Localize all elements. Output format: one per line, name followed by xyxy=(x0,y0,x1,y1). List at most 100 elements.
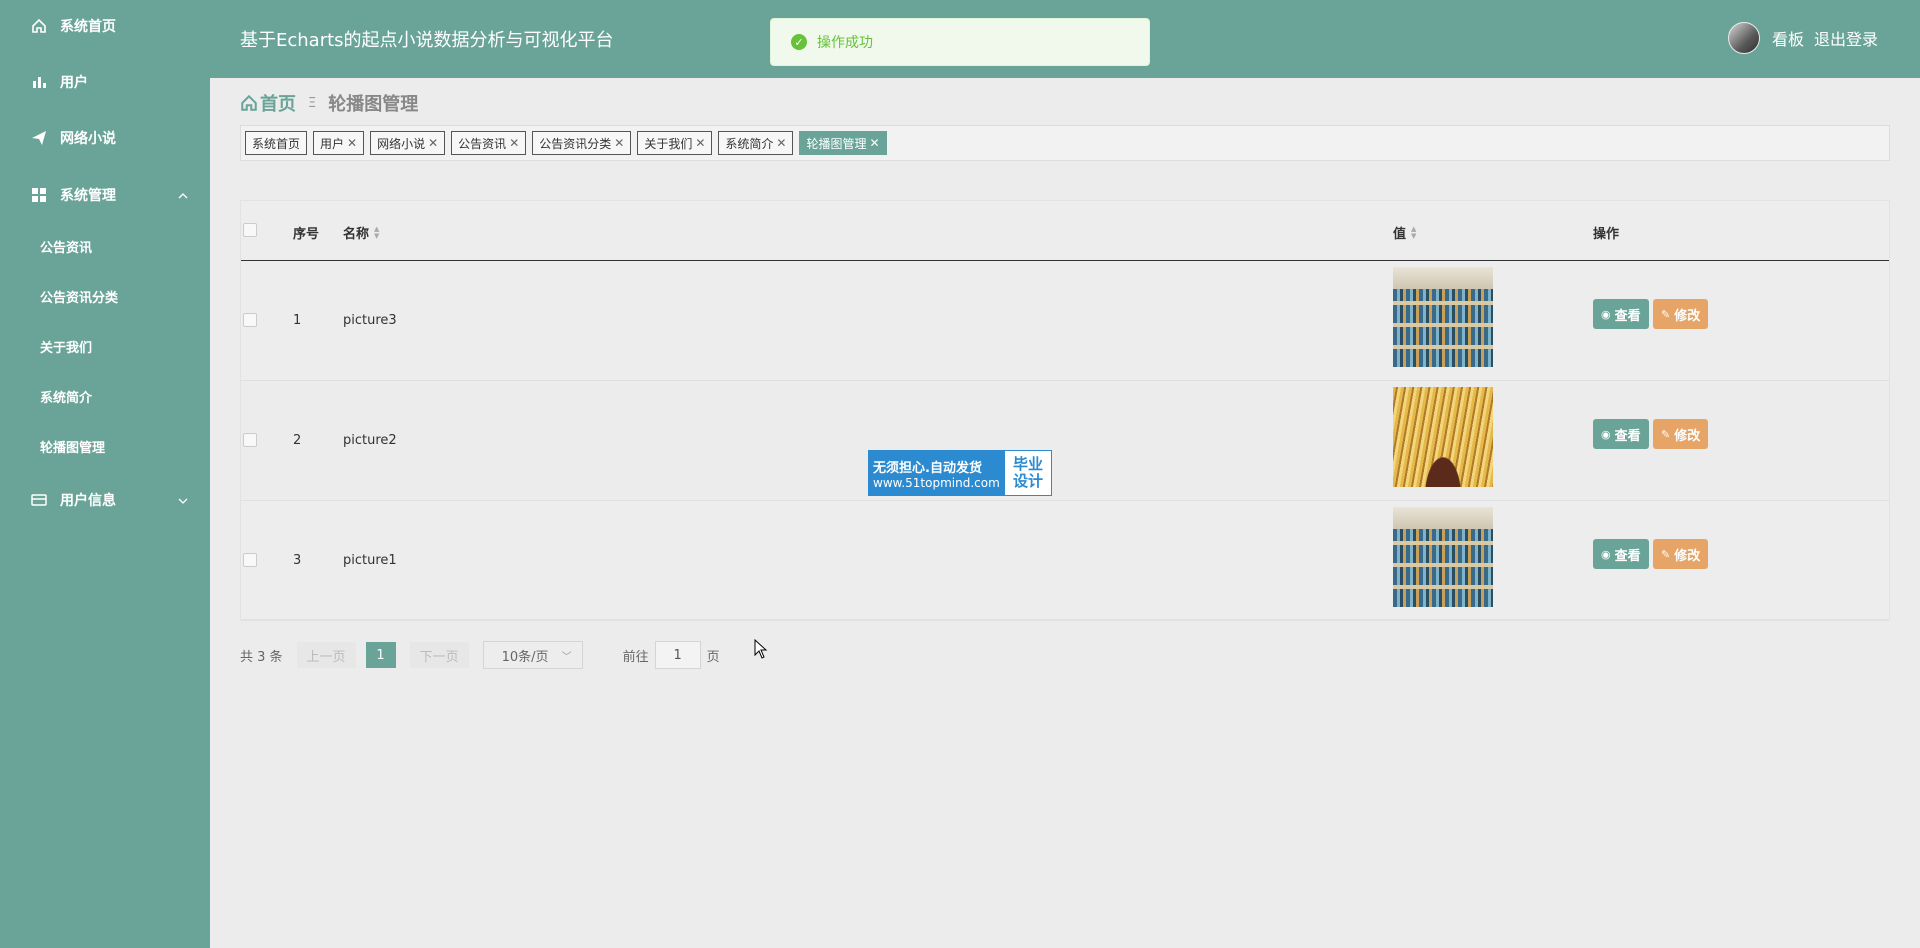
chevron-down-icon xyxy=(178,494,188,510)
table-header: 序号 名称 ▲ ▼ 值 ▲ ▼ 操作 xyxy=(241,201,1889,261)
row-index: 1 xyxy=(293,313,302,328)
bar-chart-icon xyxy=(30,73,48,91)
breadcrumb-home[interactable]: 首页 xyxy=(240,90,296,116)
watermark-line1: 无须担心.自动发货 xyxy=(873,460,982,476)
sidebar: 系统首页 用户 网络小说 系统管理 公告资讯 公告资讯分类 关于我们 系统简介 … xyxy=(0,0,210,948)
row-index: 2 xyxy=(293,433,302,448)
sort-icon[interactable]: ▲ ▼ xyxy=(1411,225,1416,240)
sidebar-item-label: 用户信息 xyxy=(60,493,116,509)
eye-icon: ◉ xyxy=(1601,427,1611,441)
sidebar-item-label: 用户 xyxy=(60,75,88,91)
tag-about-us[interactable]: 关于我们 ✕ xyxy=(637,131,713,155)
pagination: 共 3 条 上一页 1 下一页 10条/页 ﹀ 前往 页 xyxy=(240,641,720,669)
paper-plane-icon xyxy=(30,129,48,147)
row-checkbox[interactable] xyxy=(243,313,257,327)
page-size-select[interactable]: 10条/页 ﹀ xyxy=(482,641,583,669)
edit-button[interactable]: ✎ 修改 xyxy=(1653,419,1709,449)
eye-icon: ◉ xyxy=(1601,307,1611,321)
watermark-badge: 无须担心.自动发货 www.51topmind.com 毕业 设计 xyxy=(868,450,1052,496)
watermark-line2: www.51topmind.com xyxy=(873,475,1000,490)
sidebar-sub-announcements[interactable]: 公告资讯 xyxy=(0,228,210,264)
table-row: 2 picture2 ◉ 查看 ✎ 修改 xyxy=(241,381,1889,501)
view-button[interactable]: ◉ 查看 xyxy=(1593,299,1649,329)
grid-icon xyxy=(30,186,48,204)
tag-system-intro[interactable]: 系统简介 ✕ xyxy=(718,131,794,155)
row-name: picture2 xyxy=(343,433,397,448)
row-name: picture3 xyxy=(343,313,397,328)
home-icon xyxy=(240,94,258,112)
close-icon[interactable]: ✕ xyxy=(870,136,880,150)
check-circle-icon: ✓ xyxy=(791,34,807,50)
column-index: 序号 xyxy=(293,227,320,242)
sidebar-item-user-info[interactable]: 用户信息 xyxy=(0,480,210,520)
tags-view: 系统首页 用户 ✕ 网络小说 ✕ 公告资讯 ✕ 公告资讯分类 ✕ 关于我们 ✕ 系统简介 ✕… xyxy=(240,125,1890,161)
sidebar-item-label: 系统首页 xyxy=(60,19,116,35)
sidebar-sub-announcement-categories[interactable]: 公告资讯分类 xyxy=(0,278,210,314)
breadcrumb-separator: Ξ xyxy=(308,95,317,111)
row-image xyxy=(1393,507,1493,607)
tag-announcement-categories[interactable]: 公告资讯分类 ✕ xyxy=(532,131,632,155)
close-icon[interactable]: ✕ xyxy=(776,136,786,150)
watermark-side1: 毕业 xyxy=(1012,455,1043,473)
breadcrumb-current: 轮播图管理 xyxy=(328,94,419,115)
view-button[interactable]: ◉ 查看 xyxy=(1593,539,1649,569)
prev-page-button[interactable]: 上一页 xyxy=(296,642,356,668)
sidebar-item-users[interactable]: 用户 xyxy=(0,62,210,102)
data-table: 序号 名称 ▲ ▼ 值 ▲ ▼ 操作 1 picture3 ◉ 查看 ✎ 修改 2 pict… xyxy=(240,200,1890,621)
close-icon[interactable]: ✕ xyxy=(509,136,519,150)
sidebar-sub-carousel[interactable]: 轮播图管理 xyxy=(0,428,210,464)
close-icon[interactable]: ✕ xyxy=(347,136,357,150)
goto-page: 前往 页 xyxy=(623,641,720,669)
avatar[interactable] xyxy=(1727,22,1760,54)
table-row: 1 picture3 ◉ 查看 ✎ 修改 xyxy=(241,261,1889,381)
edit-button[interactable]: ✎ 修改 xyxy=(1653,299,1709,329)
row-image xyxy=(1393,387,1493,487)
toast-message: 操作成功 xyxy=(817,35,873,51)
header-user-area: 看板 退出登录 xyxy=(1727,22,1878,54)
close-icon[interactable]: ✕ xyxy=(614,136,624,150)
sidebar-item-home[interactable]: 系统首页 xyxy=(0,6,210,46)
sidebar-sub-system-intro[interactable]: 系统简介 xyxy=(0,378,210,414)
row-image xyxy=(1393,267,1493,367)
tag-novels[interactable]: 网络小说 ✕ xyxy=(370,131,446,155)
close-icon[interactable]: ✕ xyxy=(428,136,438,150)
breadcrumb: 首页 Ξ 轮播图管理 xyxy=(240,90,418,116)
tag-carousel[interactable]: 轮播图管理 ✕ xyxy=(799,131,887,155)
edit-button[interactable]: ✎ 修改 xyxy=(1653,539,1709,569)
chevron-up-icon xyxy=(178,189,188,205)
table-row: 3 picture1 ◉ 查看 ✎ 修改 xyxy=(241,501,1889,621)
sidebar-item-novels[interactable]: 网络小说 xyxy=(0,118,210,158)
view-button[interactable]: ◉ 查看 xyxy=(1593,419,1649,449)
row-checkbox[interactable] xyxy=(243,553,257,567)
close-icon[interactable]: ✕ xyxy=(695,136,705,150)
logout-link[interactable]: 退出登录 xyxy=(1814,26,1878,50)
row-name: picture1 xyxy=(343,553,397,568)
tag-home[interactable]: 系统首页 xyxy=(245,131,308,155)
sidebar-sub-about-us[interactable]: 关于我们 xyxy=(0,328,210,364)
card-icon xyxy=(30,491,48,509)
goto-page-input[interactable] xyxy=(654,641,701,669)
total-count: 共 3 条 xyxy=(240,649,283,665)
sidebar-item-label: 网络小说 xyxy=(60,131,116,147)
select-all-checkbox[interactable] xyxy=(243,223,257,237)
column-value[interactable]: 值 ▲ ▼ xyxy=(1393,223,1416,242)
sidebar-item-system[interactable]: 系统管理 xyxy=(0,175,210,215)
edit-icon: ✎ xyxy=(1661,547,1671,561)
tag-announcements[interactable]: 公告资讯 ✕ xyxy=(451,131,527,155)
tag-users[interactable]: 用户 ✕ xyxy=(313,131,365,155)
sort-icon[interactable]: ▲ ▼ xyxy=(374,225,379,240)
watermark-side2: 设计 xyxy=(1012,472,1043,490)
page-number-1[interactable]: 1 xyxy=(365,642,396,668)
board-link[interactable]: 看板 xyxy=(1772,26,1804,50)
edit-icon: ✎ xyxy=(1661,307,1671,321)
row-index: 3 xyxy=(293,553,302,568)
success-toast: ✓ 操作成功 xyxy=(770,18,1150,66)
chevron-down-icon: ﹀ xyxy=(561,652,572,663)
column-name[interactable]: 名称 ▲ ▼ xyxy=(343,223,379,242)
row-checkbox[interactable] xyxy=(243,433,257,447)
next-page-button[interactable]: 下一页 xyxy=(409,642,469,668)
edit-icon: ✎ xyxy=(1661,427,1671,441)
eye-icon: ◉ xyxy=(1601,547,1611,561)
sidebar-item-label: 系统管理 xyxy=(60,188,116,204)
site-title: 基于Echarts的起点小说数据分析与可视化平台 xyxy=(240,30,614,51)
